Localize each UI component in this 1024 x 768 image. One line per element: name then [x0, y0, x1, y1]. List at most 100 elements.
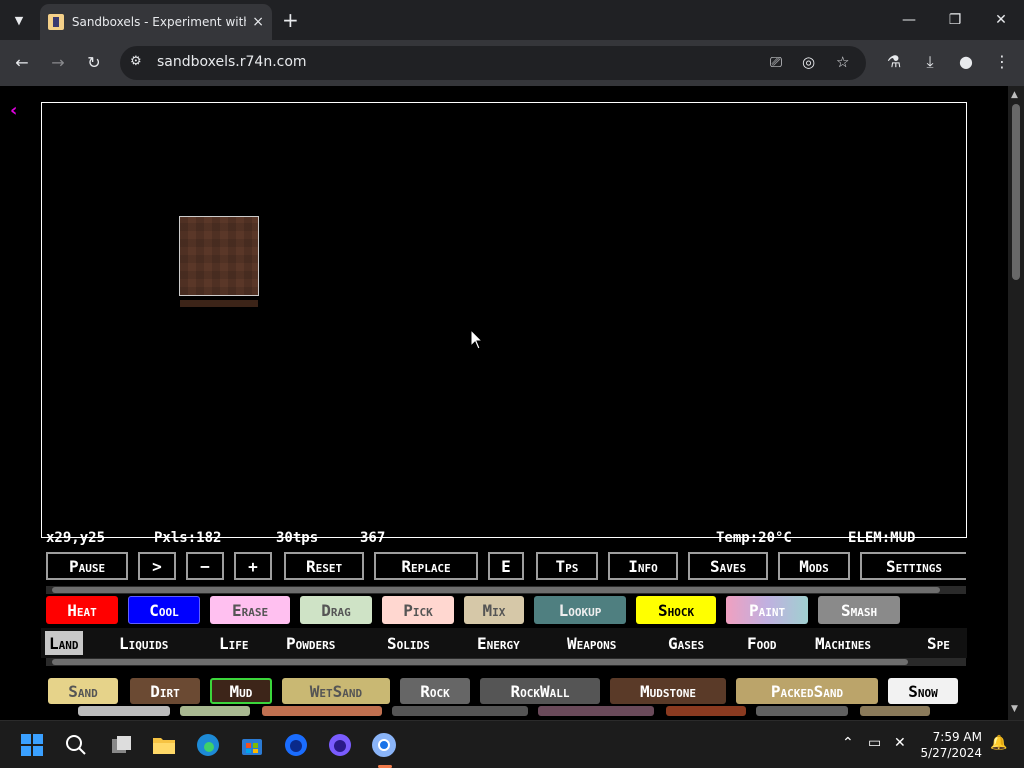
game-canvas[interactable] [41, 102, 967, 538]
element-row2-button[interactable] [860, 706, 930, 716]
tab-machines[interactable]: Machines [815, 631, 871, 655]
bookmark-star-icon[interactable]: ☆ [836, 53, 849, 71]
search-icon[interactable] [62, 731, 90, 759]
reset-button[interactable]: Reset [284, 552, 364, 580]
element-row2-button[interactable] [538, 706, 654, 716]
maximize-button[interactable]: ❐ [940, 8, 970, 32]
shock-tool-button[interactable]: Shock [636, 596, 716, 624]
firefox-icon[interactable] [282, 731, 310, 759]
element-mud-button[interactable]: Mud [210, 678, 272, 704]
back-chevron-icon[interactable]: ‹ [10, 100, 17, 121]
element-dirt-button[interactable]: Dirt [130, 678, 200, 704]
edge-browser-icon[interactable] [194, 731, 222, 759]
new-tab-button[interactable]: + [282, 8, 299, 32]
element-row2-button[interactable] [392, 706, 528, 716]
install-app-icon[interactable]: ⎚ [770, 53, 782, 71]
windows-start-icon[interactable] [18, 731, 46, 759]
notifications-icon[interactable]: 🔔 [990, 735, 1007, 751]
scroll-down-arrow-icon[interactable]: ▼ [1011, 704, 1018, 714]
tab-life[interactable]: Life [219, 631, 249, 655]
category-tabs: Land Liquids Life Powders Solids Energy … [41, 628, 967, 658]
task-view-icon[interactable] [108, 731, 136, 759]
firefox-nightly-icon[interactable] [326, 731, 354, 759]
download-icon[interactable]: ⤓ [919, 52, 941, 72]
tab-energy[interactable]: Energy [477, 631, 520, 655]
replace-button[interactable]: Replace [374, 552, 478, 580]
volume-muted-icon[interactable]: ✕ [894, 735, 906, 751]
categories-scroll-thumb[interactable] [52, 659, 908, 665]
element-mudstone-button[interactable]: Mudstone [610, 678, 726, 704]
categories-scrollbar[interactable] [46, 658, 966, 666]
tray-overflow-chevron-icon[interactable]: ⌃ [842, 735, 854, 751]
scroll-up-arrow-icon[interactable]: ▲ [1011, 90, 1018, 100]
info-button[interactable]: Info [608, 552, 678, 580]
controls-scrollbar[interactable] [46, 586, 966, 594]
tab-liquids[interactable]: Liquids [119, 631, 168, 655]
element-rock-button[interactable]: Rock [400, 678, 470, 704]
sandboxels-page: ‹ x29,y25 Pxls:182 30tps 367 Temp:20°C E… [0, 86, 1008, 720]
tab-weapons[interactable]: Weapons [567, 631, 616, 655]
erase-tool-button[interactable]: Erase [210, 596, 290, 624]
brush-larger-button[interactable]: + [234, 552, 272, 580]
tab-search-chevron-icon[interactable]: ▼ [6, 8, 32, 32]
element-buttons: Sand Dirt Mud WetSand Rock RockWall Muds… [46, 678, 966, 716]
lookup-tool-button[interactable]: Lookup [534, 596, 626, 624]
element-row2-button[interactable] [78, 706, 170, 716]
tracking-eye-icon[interactable]: ◎ [802, 53, 815, 71]
page-scroll-thumb[interactable] [1012, 104, 1020, 280]
network-icon[interactable]: ▭ [868, 735, 881, 751]
tab-food[interactable]: Food [747, 631, 777, 655]
drag-tool-button[interactable]: Drag [300, 596, 372, 624]
pause-button[interactable]: Pause [46, 552, 128, 580]
tab-gases[interactable]: Gases [668, 631, 704, 655]
address-bar[interactable]: ⚙ sandboxels.r74n.com ⎚ ◎ ☆ [120, 46, 866, 80]
profile-avatar-icon[interactable]: ● [955, 52, 977, 71]
element-row2-button[interactable] [262, 706, 382, 716]
reload-icon[interactable]: ↻ [82, 51, 106, 75]
tab-solids[interactable]: Solids [387, 631, 430, 655]
tab-close-icon[interactable]: × [252, 14, 264, 30]
back-arrow-icon[interactable]: ← [10, 51, 34, 75]
element-wetsand-button[interactable]: WetSand [282, 678, 390, 704]
element-snow-button[interactable]: Snow [888, 678, 958, 704]
system-clock[interactable]: 7:59 AM 5/27/2024 [912, 729, 982, 761]
brush-smaller-button[interactable]: − [186, 552, 224, 580]
mix-tool-button[interactable]: Mix [464, 596, 524, 624]
minimize-button[interactable]: — [894, 8, 924, 32]
step-button[interactable]: > [138, 552, 176, 580]
close-window-button[interactable]: ✕ [986, 8, 1016, 32]
mods-button[interactable]: Mods [778, 552, 850, 580]
menu-kebab-icon[interactable]: ⋮ [991, 52, 1013, 71]
microsoft-store-icon[interactable] [238, 731, 266, 759]
element-row2-button[interactable] [756, 706, 848, 716]
browser-toolbar: ← → ↻ ⚙ sandboxels.r74n.com ⎚ ◎ ☆ ⚗ ⤓ ● … [0, 40, 1024, 86]
browser-tab-bar: ▼ Sandboxels - Experiment with Physics ×… [0, 0, 1024, 40]
labs-flask-icon[interactable]: ⚗ [883, 52, 905, 71]
element-sand-button[interactable]: Sand [48, 678, 118, 704]
stats-bar: x29,y25 Pxls:182 30tps 367 Temp:20°C ELE… [46, 530, 966, 548]
mud-pixels-shadow [180, 300, 258, 307]
smash-tool-button[interactable]: Smash [818, 596, 900, 624]
element-rockwall-button[interactable]: RockWall [480, 678, 600, 704]
element-packedsand-button[interactable]: PackedSand [736, 678, 878, 704]
file-explorer-icon[interactable] [150, 731, 178, 759]
tab-special[interactable]: Spe [927, 631, 950, 655]
page-scrollbar[interactable]: ▲ ▼ [1008, 86, 1024, 720]
forward-arrow-icon[interactable]: → [46, 51, 70, 75]
saves-button[interactable]: Saves [688, 552, 768, 580]
browser-tab-sandboxels[interactable]: Sandboxels - Experiment with Physics × [40, 4, 272, 40]
element-row2-button[interactable] [180, 706, 250, 716]
tps-button[interactable]: Tps [536, 552, 598, 580]
cool-tool-button[interactable]: Cool [128, 596, 200, 624]
element-row2-button[interactable] [666, 706, 746, 716]
settings-button[interactable]: Settings [860, 552, 966, 580]
chrome-icon[interactable] [370, 731, 398, 759]
pick-tool-button[interactable]: Pick [382, 596, 454, 624]
element-search-button[interactable]: E [488, 552, 524, 580]
tab-powders[interactable]: Powders [286, 631, 335, 655]
paint-tool-button[interactable]: Paint [726, 596, 808, 624]
heat-tool-button[interactable]: Heat [46, 596, 118, 624]
tab-land[interactable]: Land [45, 631, 83, 655]
site-settings-icon[interactable]: ⚙ [130, 54, 142, 69]
controls-scroll-thumb[interactable] [52, 587, 940, 593]
